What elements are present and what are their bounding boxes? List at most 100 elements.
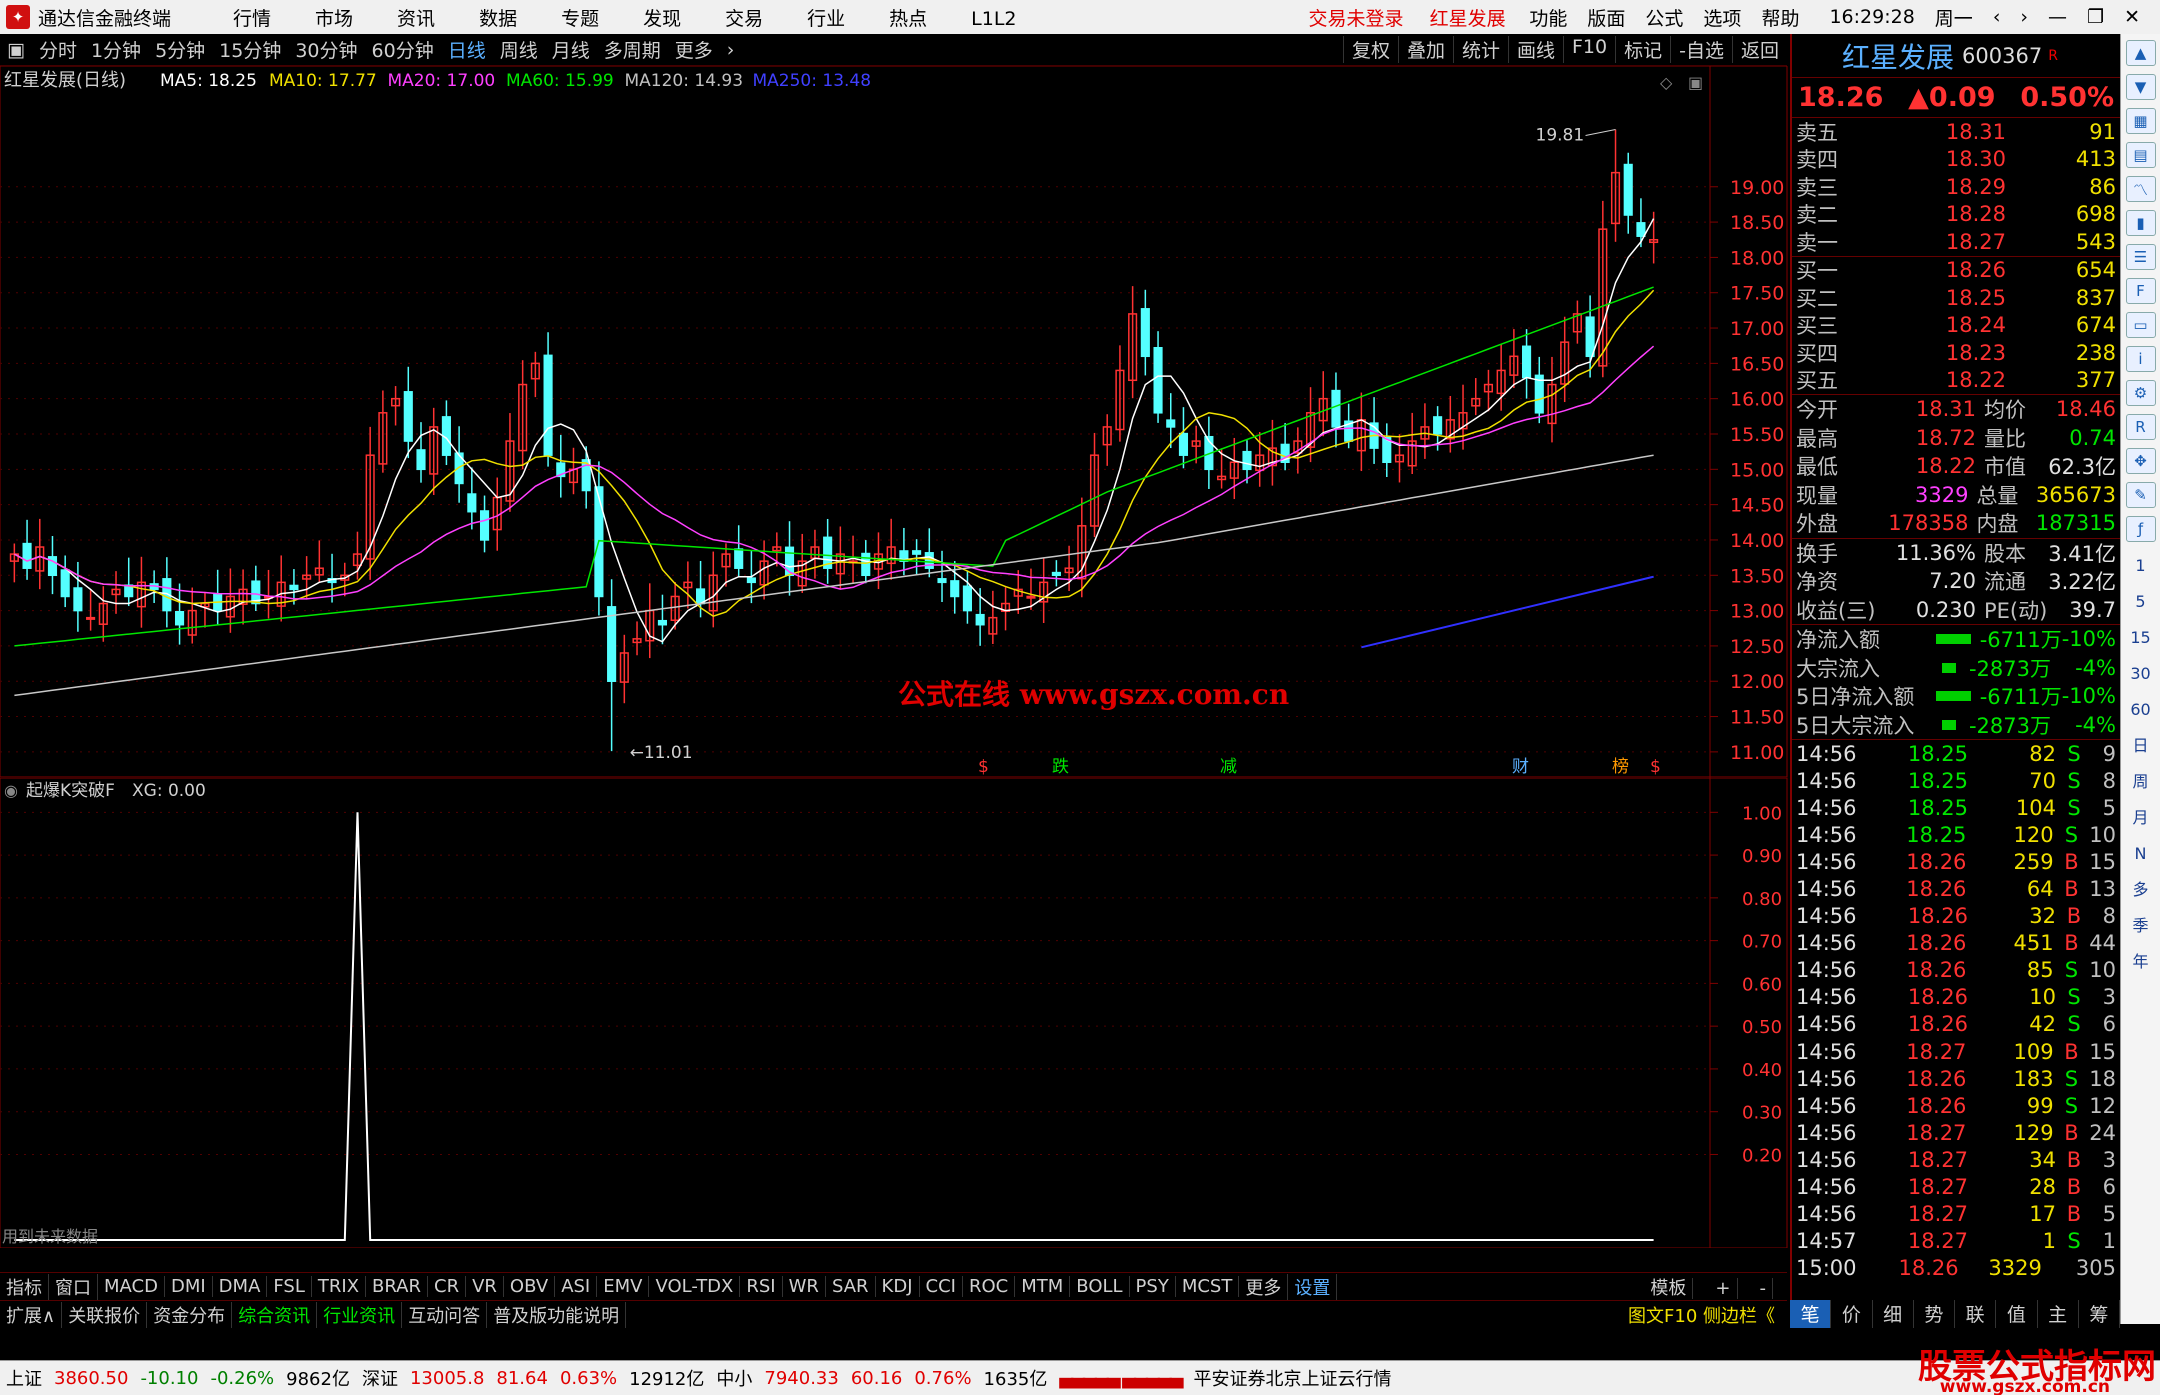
candle-icon[interactable]: ▮ [2125,210,2156,236]
bottom-tab[interactable]: 关联报价 [62,1301,148,1328]
menu-item[interactable]: 数据 [479,8,517,30]
chart-tool-button[interactable]: 标记 [1615,36,1670,63]
order-row[interactable]: 卖三 18.29 86 [1792,173,2120,201]
quote-tab[interactable]: 主 [2038,1300,2079,1328]
indicator-tab[interactable]: DMI [165,1276,213,1297]
indicator-tab[interactable]: EMV [597,1276,650,1297]
formula-icon[interactable]: ƒ [2125,516,2156,542]
right-menu-item[interactable]: 公式 [1645,8,1683,30]
order-row[interactable]: 买五 18.22 377 [1792,367,2120,395]
chart-tool-button[interactable]: -自选 [1670,36,1732,63]
indicator-tab[interactable]: VR [466,1276,504,1297]
indicator-tab[interactable]: 设置 [1288,1273,1338,1300]
bottom-tab[interactable]: 普及版功能说明 [487,1301,627,1328]
restore-icon[interactable]: ❐ [2087,6,2104,28]
indicator-tab[interactable]: BOLL [1070,1276,1130,1297]
order-row[interactable]: 卖二 18.28 698 [1792,201,2120,229]
sh-label[interactable]: 上证 [6,1365,42,1391]
indicator-tab[interactable]: PSY [1130,1276,1176,1297]
period-tab[interactable]: 日线 [448,40,486,62]
menu-item[interactable]: 热点 [889,8,927,30]
toggle-panel-icon[interactable]: ▣ [7,39,25,61]
menu-item[interactable]: 资讯 [397,8,435,30]
zx-label[interactable]: 中小 [716,1365,752,1391]
menu-item[interactable]: 专题 [561,8,599,30]
bottom-tab[interactable]: 扩展∧ [0,1301,63,1328]
indicator-tab[interactable]: TRIX [312,1276,367,1297]
login-status[interactable]: 交易未登录 [1309,8,1404,30]
settings-icon[interactable]: ⚙ [2125,380,2156,406]
bottom-tab[interactable]: 综合资讯 [232,1301,318,1328]
order-row[interactable]: 买三 18.24 674 [1792,312,2120,340]
bottom-tab[interactable]: 互动问答 [402,1301,488,1328]
menu-item[interactable]: 市场 [315,8,353,30]
indicator-tab[interactable]: RSI [740,1276,783,1297]
side-period-button[interactable]: 月 [2126,802,2156,834]
back-arrow-icon[interactable]: ‹ [1993,6,2001,28]
quote-tab[interactable]: 细 [1873,1300,1914,1328]
period-tab[interactable]: 多周期 [604,40,661,62]
order-row[interactable]: 卖一 18.27 543 [1792,228,2120,256]
pen-icon[interactable]: ✎ [2125,482,2156,508]
indicator-right-button[interactable]: + [1709,1277,1738,1299]
indicator-tab[interactable]: SAR [826,1276,876,1297]
sz-label[interactable]: 深证 [362,1365,398,1391]
right-menu-item[interactable]: 功能 [1529,8,1567,30]
indicator-tab[interactable]: MACD [98,1276,165,1297]
forward-arrow-icon[interactable]: › [2020,6,2028,28]
f10-sidebar-link[interactable]: 图文F10 侧边栏《 [1622,1302,1781,1328]
order-row[interactable]: 买二 18.25 837 [1792,284,2120,312]
side-period-button[interactable]: 15 [2126,622,2156,654]
side-period-button[interactable]: 30 [2126,658,2156,690]
side-period-button[interactable]: 5 [2126,586,2156,618]
quote-tab[interactable]: 联 [1955,1300,1997,1328]
f10-icon[interactable]: F [2125,278,2156,304]
side-period-button[interactable]: N [2126,838,2156,870]
quote-tab[interactable]: 笔 [1790,1300,1832,1328]
indicator-tab[interactable]: VOL-TDX [649,1276,741,1297]
indicator-tab[interactable]: CCI [920,1276,963,1297]
indicator-tab[interactable]: BRAR [366,1276,428,1297]
indicator-tab[interactable]: ASI [555,1276,598,1297]
indicator-tab[interactable]: CR [428,1276,467,1297]
grid-icon[interactable]: ▦ [2125,108,2156,134]
bottom-tab[interactable]: 资金分布 [147,1301,233,1328]
chart-tool-button[interactable]: 复权 [1342,36,1398,63]
more-chevron-icon[interactable]: › [727,39,735,61]
indicator-tab[interactable]: 更多 [1239,1273,1289,1300]
menu-item[interactable]: 发现 [643,8,681,30]
bottom-tab[interactable]: 行业资讯 [317,1301,403,1328]
minimize-icon[interactable]: — [2048,6,2067,28]
right-menu-item[interactable]: 版面 [1587,8,1625,30]
side-period-button[interactable]: 1 [2126,550,2156,582]
order-row[interactable]: 买一 18.26 654 [1792,257,2120,285]
period-tab[interactable]: 60分钟 [372,40,434,62]
kline-chart[interactable]: 19.00 18.50 18.00 17.50 17.00 16.50 16.00 15.50… [0,66,1790,778]
indicator-chart[interactable]: ◉ 起爆K突破F XG: 0.00 1.00 0.90 0.80 0.70 0.60 0.50 0… [0,778,1790,1248]
period-tab[interactable]: 30分钟 [295,40,357,62]
tick-list[interactable]: 14:56 18.25 82 S 9 14:56 18.25 70 S 8 14:56 18.25 10… [1792,740,2120,1282]
indicator-right-button[interactable]: 模板 [1644,1277,1694,1299]
quote-tab[interactable]: 筹 [2079,1300,2120,1328]
chart-tool-button[interactable]: 返回 [1731,36,1787,63]
indicator-tab[interactable]: ROC [963,1276,1016,1297]
indicator-tab[interactable]: MTM [1015,1276,1071,1297]
menu-item[interactable]: 行情 [233,8,271,30]
side-period-button[interactable]: 日 [2126,730,2156,762]
indicator-tab[interactable]: WR [783,1276,826,1297]
info-icon[interactable]: i [2125,346,2156,372]
menu-item[interactable]: L1L2 [971,8,1016,30]
quote-tab[interactable]: 势 [1914,1300,1955,1328]
period-tab[interactable]: 分时 [39,40,77,62]
side-period-button[interactable]: 多 [2126,874,2156,906]
period-tab[interactable]: 1分钟 [91,40,141,62]
order-row[interactable]: 卖五 18.31 91 [1792,118,2120,146]
chart-tool-button[interactable]: 统计 [1452,36,1508,63]
indicator-tab[interactable]: FSL [267,1276,312,1297]
up-arrow-icon[interactable]: ▲ [2125,40,2156,66]
period-tab[interactable]: 月线 [552,40,590,62]
menu-item[interactable]: 行业 [807,8,845,30]
period-tab[interactable]: 5分钟 [155,40,205,62]
period-tab[interactable]: 15分钟 [219,40,281,62]
document-icon[interactable]: ▭ [2125,312,2156,338]
